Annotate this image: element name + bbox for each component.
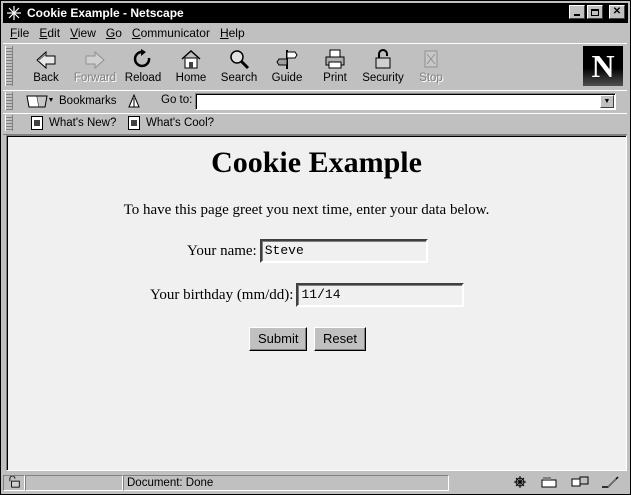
name-label: Your name: bbox=[187, 242, 257, 259]
netscape-logo[interactable]: N bbox=[583, 46, 623, 86]
location-input[interactable]: ▼ bbox=[195, 93, 616, 110]
name-row: Your name: Steve bbox=[187, 239, 428, 263]
window-title: Cookie Example - Netscape bbox=[27, 6, 184, 20]
navigation-toolbar: Back Forward Reload Home Search Guide Pr… bbox=[3, 43, 627, 91]
window-controls: ✕ bbox=[569, 5, 625, 19]
browser-window: Cookie Example - Netscape ✕ File Edit Vi… bbox=[0, 0, 631, 495]
menu-view[interactable]: View bbox=[65, 25, 101, 41]
search-button[interactable]: Search bbox=[216, 48, 262, 88]
maximize-icon bbox=[591, 8, 599, 16]
location-dropdown-button[interactable]: ▼ bbox=[600, 95, 614, 108]
close-icon: ✕ bbox=[612, 6, 622, 17]
status-text: Document: Done bbox=[123, 475, 449, 491]
back-button[interactable]: Back bbox=[23, 48, 69, 88]
minimize-icon bbox=[574, 14, 580, 16]
title-bar[interactable]: Cookie Example - Netscape ✕ bbox=[3, 3, 628, 23]
security-button[interactable]: Security bbox=[360, 48, 406, 88]
security-status[interactable] bbox=[3, 475, 25, 491]
menu-help[interactable]: Help bbox=[215, 25, 250, 41]
page-heading: Cookie Example bbox=[211, 146, 422, 179]
menu-go[interactable]: Go bbox=[101, 25, 127, 41]
print-button[interactable]: Print bbox=[312, 48, 358, 88]
goto-label: Go to: bbox=[161, 94, 193, 106]
padlock-icon bbox=[375, 49, 391, 69]
location-toolbar: Bookmarks Go to: ▼ bbox=[3, 90, 627, 114]
forward-button[interactable]: Forward bbox=[72, 48, 118, 88]
status-bar: Document: Done bbox=[3, 473, 628, 493]
document-icon bbox=[31, 116, 43, 130]
menu-file[interactable]: File bbox=[5, 25, 34, 41]
location-toolbar-grip[interactable] bbox=[5, 92, 13, 110]
page-proxy-icon[interactable] bbox=[127, 93, 141, 109]
guide-button[interactable]: Guide bbox=[264, 48, 310, 88]
whats-cool-link[interactable]: What's Cool? bbox=[128, 116, 214, 130]
printer-icon bbox=[325, 49, 345, 69]
stop-button[interactable]: Stop bbox=[408, 48, 454, 88]
home-icon bbox=[181, 49, 201, 69]
birthday-label: Your birthday (mm/dd): bbox=[150, 286, 294, 303]
stop-icon bbox=[424, 50, 438, 68]
name-input[interactable]: Steve bbox=[259, 239, 428, 263]
reload-button[interactable]: Reload bbox=[120, 48, 166, 88]
home-button[interactable]: Home bbox=[168, 48, 214, 88]
navigator-icon[interactable] bbox=[510, 475, 530, 489]
intro-text: To have this page greet you next time, e… bbox=[123, 202, 490, 218]
netscape-app-icon bbox=[7, 6, 21, 20]
discussion-groups-icon[interactable] bbox=[570, 475, 590, 489]
personal-toolbar-grip[interactable] bbox=[5, 115, 13, 131]
document-icon bbox=[128, 116, 140, 130]
reload-icon bbox=[133, 49, 151, 68]
birthday-row: Your birthday (mm/dd): 11/14 bbox=[150, 283, 465, 307]
bookmarks-icon bbox=[26, 95, 53, 108]
progress-bar bbox=[25, 475, 123, 491]
page-content: Cookie Example To have this page greet y… bbox=[6, 135, 627, 471]
birthday-input[interactable]: 11/14 bbox=[296, 283, 465, 307]
whats-new-link[interactable]: What's New? bbox=[31, 116, 116, 130]
component-bar bbox=[510, 475, 620, 489]
personal-toolbar: What's New? What's Cool? bbox=[3, 113, 627, 135]
chevron-down-icon: ▼ bbox=[603, 98, 611, 105]
bookmarks-button[interactable]: Bookmarks bbox=[25, 93, 117, 109]
menu-communicator[interactable]: Communicator bbox=[127, 25, 215, 41]
menu-edit[interactable]: Edit bbox=[34, 25, 65, 41]
reset-button[interactable]: Reset bbox=[314, 327, 366, 351]
unlocked-padlock-icon bbox=[9, 475, 20, 488]
back-arrow-icon bbox=[36, 50, 56, 70]
mailbox-icon[interactable] bbox=[540, 475, 560, 489]
minimize-button[interactable] bbox=[569, 5, 585, 19]
composer-icon[interactable] bbox=[600, 475, 620, 489]
submit-button[interactable]: Submit bbox=[249, 327, 308, 351]
forward-arrow-icon bbox=[85, 50, 105, 70]
guide-signpost-icon bbox=[276, 50, 298, 69]
menu-bar: File Edit View Go Communicator Help bbox=[5, 25, 250, 41]
close-button[interactable]: ✕ bbox=[609, 5, 625, 19]
search-icon bbox=[230, 50, 250, 70]
maximize-button[interactable] bbox=[587, 5, 603, 19]
toolbar-grip[interactable] bbox=[5, 46, 13, 86]
